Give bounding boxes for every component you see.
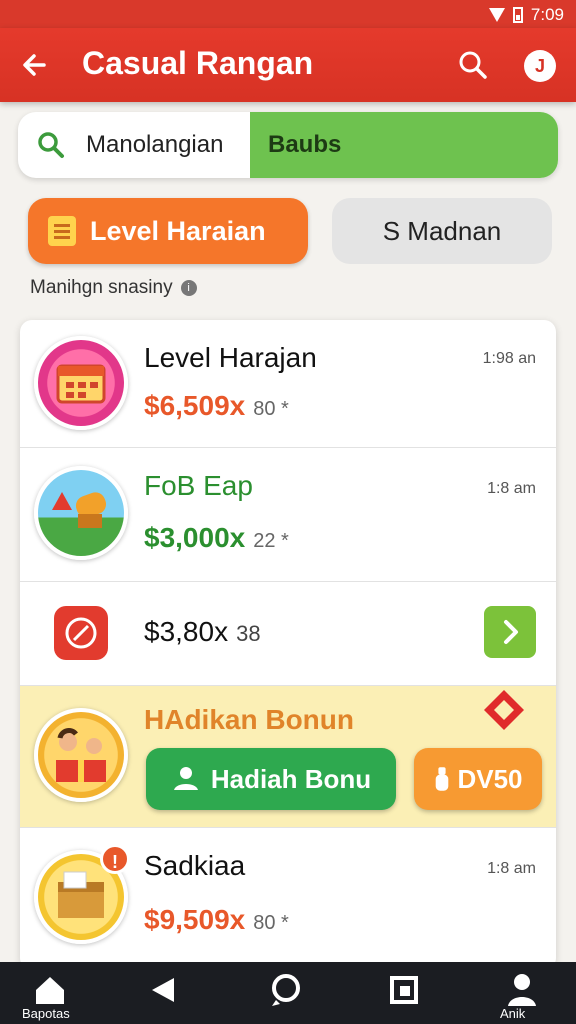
- page-title: Casual Rangan: [82, 45, 314, 81]
- dv50-label: DV50: [457, 763, 523, 794]
- item-time: 1:98 an: [482, 350, 536, 367]
- search-bar: Baubs: [18, 112, 558, 178]
- battery-icon: [512, 7, 523, 23]
- reward-list: Level Harajan $6,509x 80 * 1:98 an FoB Ea…: [20, 320, 556, 970]
- madnan-button[interactable]: S Madnan: [332, 198, 552, 264]
- item-name: Sadkiaa: [144, 850, 246, 881]
- app-bar: Casual Rangan J: [0, 28, 576, 102]
- hadiah-bonus-label: Hadiah Bonu: [210, 763, 372, 794]
- nav-label-profile: Anik: [500, 1006, 526, 1021]
- recents-icon[interactable]: [382, 970, 426, 1010]
- dv50-button[interactable]: DV50: [414, 748, 542, 810]
- bottom-nav: Bapotas Anik: [0, 962, 576, 1024]
- alert-badge: !: [100, 844, 130, 874]
- section-heading: Manihgn snasiny i: [30, 277, 197, 299]
- section-heading-text: Manihgn snasiny: [30, 277, 173, 298]
- coin-bag-icon: [436, 767, 449, 791]
- hadiah-bonus-button[interactable]: Hadiah Bonu: [146, 748, 396, 810]
- home-icon[interactable]: [28, 970, 72, 1010]
- account-button[interactable]: J: [524, 50, 556, 82]
- profile-icon[interactable]: [500, 970, 544, 1010]
- chevron-right-icon: [504, 620, 518, 644]
- item-price: $3,80x 38: [144, 616, 261, 647]
- bonus-row: HAdikan Bonun Hadiah Bonu DV50: [20, 686, 556, 828]
- item-name: Level Harajan: [144, 342, 317, 373]
- compass-icon: [54, 606, 108, 660]
- kids-gift-avatar-icon: [34, 708, 128, 802]
- game-scene-avatar-icon: [34, 466, 128, 560]
- search-icon[interactable]: [456, 48, 490, 82]
- item-price: $9,509x 80 *: [144, 904, 289, 935]
- item-price: $3,000x 22 *: [144, 522, 289, 553]
- item-price: $6,509x 80 *: [144, 390, 289, 421]
- user-hand-icon: [173, 767, 198, 790]
- chat-icon[interactable]: [264, 970, 308, 1010]
- info-icon[interactable]: i: [180, 280, 197, 296]
- item-time: 1:8 am: [487, 860, 536, 877]
- bonus-title: HAdikan Bonun: [144, 704, 354, 735]
- list-item[interactable]: ! Sadkiaa $9,509x 80 * 1:8 am: [20, 828, 556, 970]
- list-item[interactable]: Level Harajan $6,509x 80 * 1:98 an: [20, 320, 556, 448]
- search-tab-babs[interactable]: Baubs: [250, 112, 558, 178]
- list-item[interactable]: FoB Eap $3,000x 22 * 1:8 am: [20, 448, 556, 582]
- search-icon: [38, 132, 64, 158]
- item-name: FoB Eap: [144, 470, 253, 501]
- chevron-right-button[interactable]: [484, 606, 536, 658]
- search-input[interactable]: [86, 112, 250, 178]
- red-diamond-icon: [484, 690, 524, 730]
- status-time: 7:09: [530, 5, 564, 24]
- list-icon: [48, 216, 76, 246]
- level-harian-button[interactable]: Level Haraian: [28, 198, 308, 264]
- item-time: 1:8 am: [487, 480, 536, 497]
- level-harian-label: Level Haraian: [90, 215, 266, 246]
- status-bar: 7:09: [0, 0, 576, 28]
- nav-label-home: Bapotas: [22, 1006, 70, 1021]
- list-item[interactable]: $3,80x 38: [20, 582, 556, 686]
- calendar-avatar-icon: [34, 336, 128, 430]
- back-triangle-icon[interactable]: [142, 970, 186, 1010]
- back-arrow-icon[interactable]: [18, 48, 52, 82]
- signal-icon: [488, 8, 505, 22]
